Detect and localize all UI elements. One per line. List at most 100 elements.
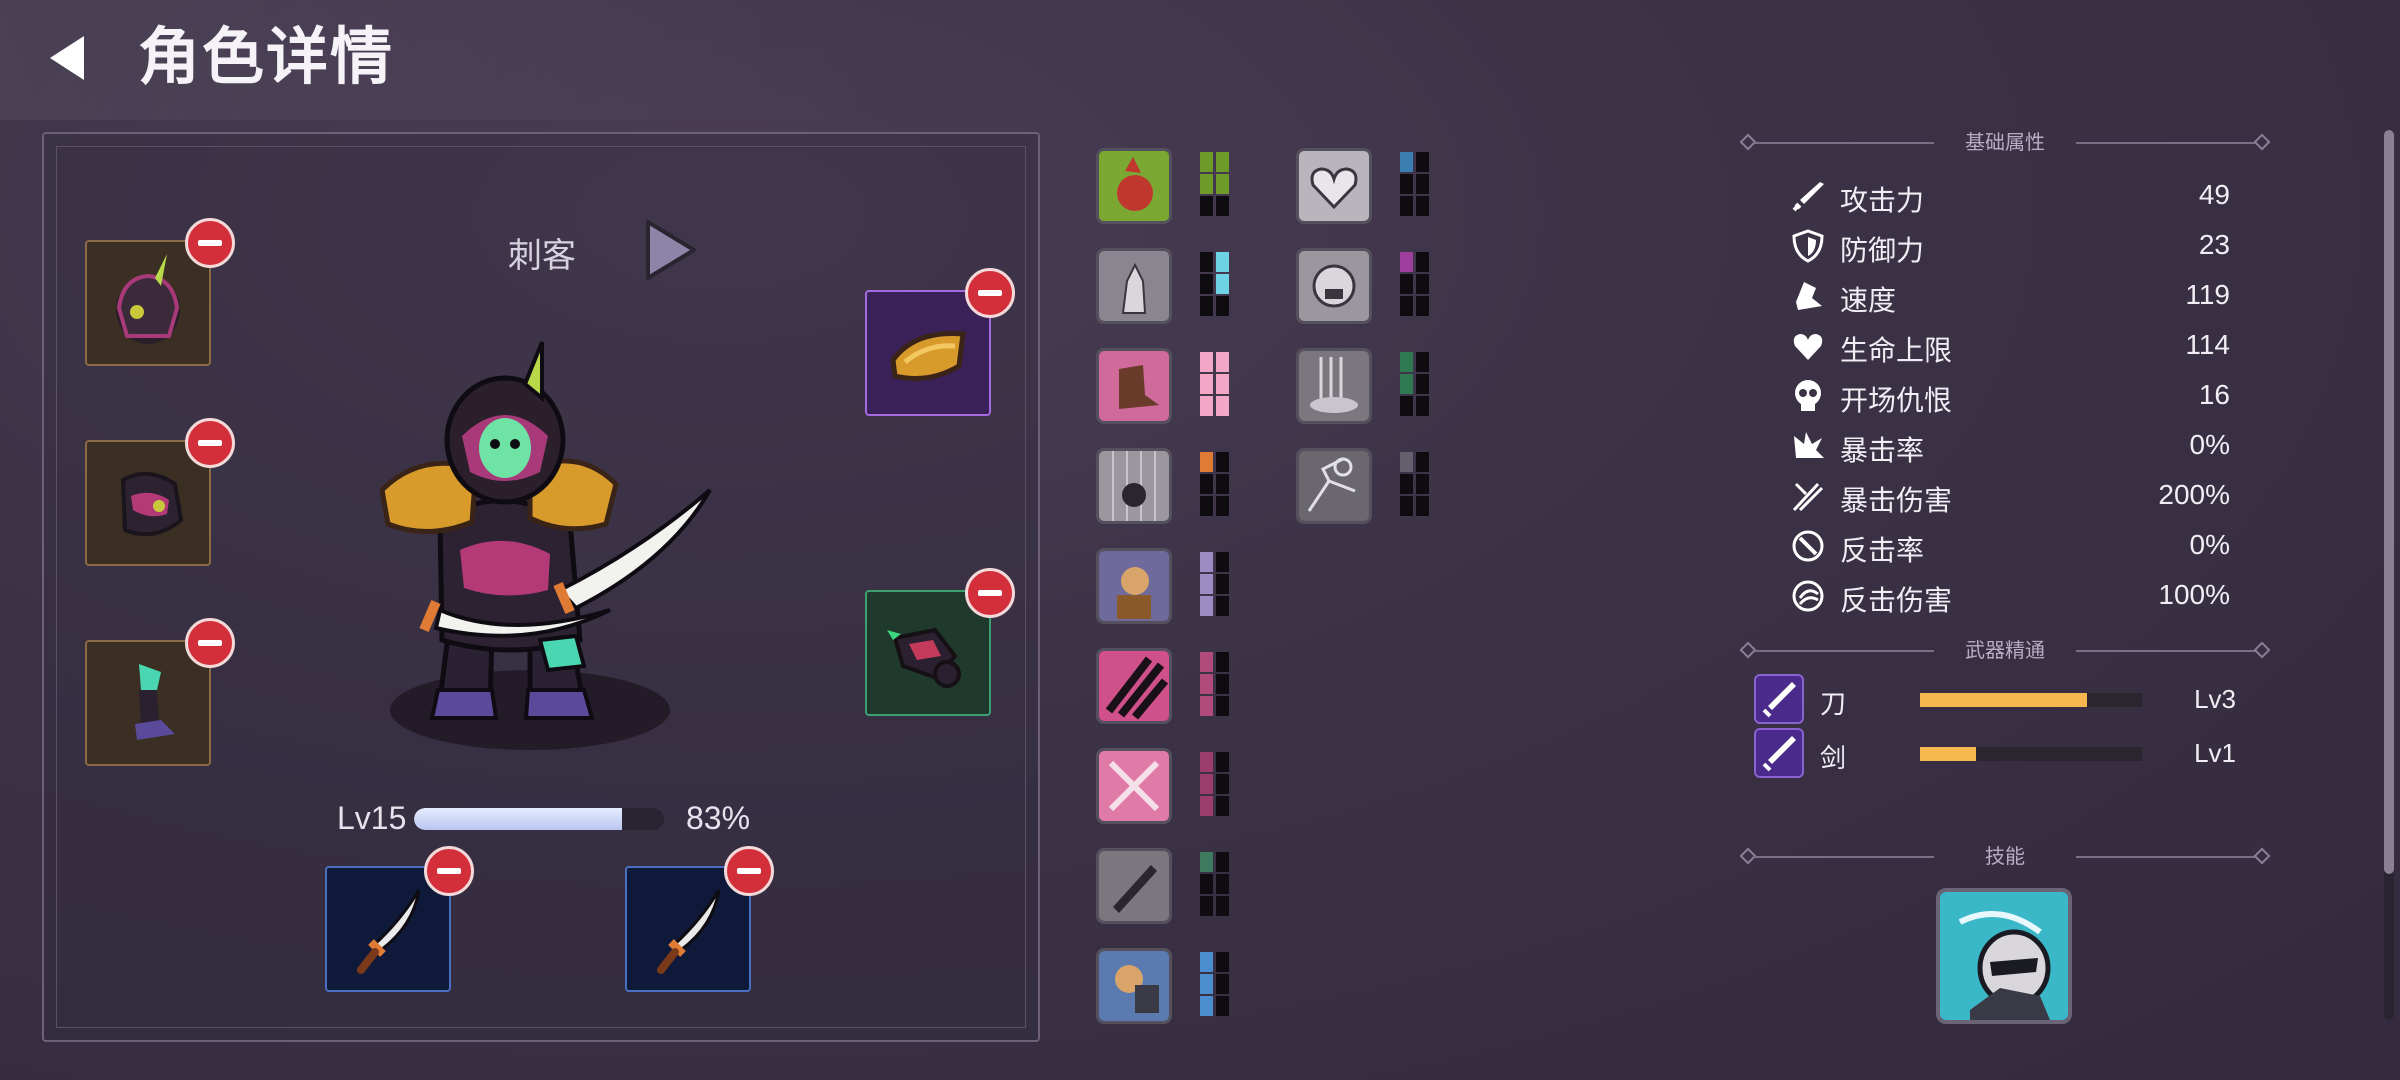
weapon-name: 刀: [1820, 689, 1847, 719]
level-label: Lv15: [337, 800, 407, 836]
relic-claw-slash[interactable]: [1096, 648, 1172, 724]
back-button[interactable]: [40, 28, 100, 88]
relic-crossed-blades-pips: [1200, 752, 1232, 818]
brute-fist-icon: [1099, 951, 1169, 1021]
stat-name: 暴击率: [1840, 435, 1925, 466]
skill-slot-1[interactable]: [1936, 888, 2072, 1024]
weapon-level: Lv3: [2194, 684, 2236, 714]
weapon-mastery-row-blade[interactable]: 刀 Lv3: [1754, 674, 2254, 730]
stat-row-crit-damage: 暴击伤害 200%: [1790, 473, 2230, 519]
stat-value: 114: [2185, 329, 2230, 360]
relic-warrior-portrait-pips: [1200, 552, 1232, 618]
relic-boot-stomp-pips: [1200, 352, 1232, 418]
boot-stomp-icon: [1099, 351, 1169, 421]
relic-rage-fist[interactable]: [1096, 148, 1172, 224]
remove-weapon-1-button[interactable]: [424, 846, 474, 896]
class-name: 刺客: [508, 237, 576, 275]
relic-heart-plus-pips: [1400, 152, 1432, 218]
relic-statue[interactable]: [1096, 248, 1172, 324]
stat-value: 119: [2185, 279, 2230, 310]
assassin-skill-icon: [1940, 892, 2068, 1020]
remove-helmet-button[interactable]: [185, 218, 235, 268]
stat-value: 49: [2198, 179, 2230, 210]
chest-armor-icon: [120, 472, 184, 537]
weapon-level: Lv1: [2194, 738, 2236, 768]
stat-name: 速度: [1840, 285, 1897, 316]
statue-icon: [1099, 251, 1169, 321]
weapon-mastery-bar: [1920, 693, 2142, 707]
dagger-icon: [357, 889, 421, 974]
next-class-button[interactable]: [640, 216, 700, 284]
remove-gauntlet-button[interactable]: [965, 568, 1015, 618]
relic-brute-fist[interactable]: [1096, 948, 1172, 1024]
stat-name: 攻击力: [1840, 185, 1925, 216]
relic-boot-stomp[interactable]: [1096, 348, 1172, 424]
play-arrow-icon: [646, 220, 696, 280]
stat-value: 16: [2198, 379, 2230, 410]
stat-name: 反击率: [1840, 535, 1925, 566]
relic-warrior-portrait[interactable]: [1096, 548, 1172, 624]
shield-icon: [1792, 229, 1824, 263]
stat-name: 生命上限: [1840, 335, 1953, 366]
warrior-portrait-icon: [1099, 551, 1169, 621]
stat-value: 0%: [2189, 429, 2230, 460]
back-arrow-icon: [50, 36, 84, 80]
relic-rain-knight[interactable]: [1096, 448, 1172, 524]
header-band: [0, 0, 900, 120]
heart-icon: [1793, 334, 1823, 360]
section-header-weapon-mastery: 武器精通: [1739, 636, 2271, 666]
relic-rain-knight-pips: [1200, 452, 1232, 518]
stat-name: 防御力: [1840, 235, 1925, 266]
divider-line: [2076, 650, 2256, 652]
remove-shoulder-button[interactable]: [965, 268, 1015, 318]
relic-rage-fist-pips: [1200, 152, 1232, 218]
relic-crossed-blades[interactable]: [1096, 748, 1172, 824]
stat-row-crit-rate: 暴击率 0%: [1790, 423, 2230, 469]
stat-row-speed: 速度 119: [1790, 273, 2230, 319]
shoulder-armor-icon: [890, 331, 966, 381]
shattered-icon: [1299, 451, 1369, 521]
sword-icon: [1792, 182, 1824, 212]
section-header-base-stats: 基础属性: [1739, 128, 2271, 158]
blade-mastery-icon: [1754, 674, 1804, 724]
crossed-blades-icon: [1099, 751, 1169, 821]
xp-bar-fill: [414, 808, 622, 830]
dark-blade-icon: [1099, 851, 1169, 921]
weapon-mastery-bar-fill: [1920, 693, 2087, 707]
claw-slash-icon: [1099, 651, 1169, 721]
weapon-mastery-bar-fill: [1920, 747, 1976, 761]
divider-line: [2076, 856, 2256, 858]
rage-fist-icon: [1099, 151, 1169, 221]
relic-roaring-face[interactable]: [1296, 248, 1372, 324]
weapon-mastery-bar: [1920, 747, 2142, 761]
counter-icon: [1792, 530, 1824, 562]
dagger-icon: [657, 889, 721, 974]
remove-boots-button[interactable]: [185, 618, 235, 668]
weapon-mastery-row-sword[interactable]: 剑 Lv1: [1754, 728, 2254, 784]
heart-plus-icon: [1299, 151, 1369, 221]
stat-value: 23: [2198, 229, 2230, 260]
waterfall-icon: [1299, 351, 1369, 421]
boots-icon: [135, 664, 175, 740]
stat-name: 反击伤害: [1840, 585, 1953, 616]
page-title: 角色详情: [138, 23, 395, 92]
relic-brute-fist-pips: [1200, 952, 1232, 1018]
scrollbar[interactable]: [2384, 130, 2394, 1020]
sword-mastery-icon: [1754, 728, 1804, 778]
remove-chest-button[interactable]: [185, 418, 235, 468]
relic-waterfall[interactable]: [1296, 348, 1372, 424]
relic-heart-plus[interactable]: [1296, 148, 1372, 224]
relic-roaring-face-pips: [1400, 252, 1432, 318]
relic-shattered-pips: [1400, 452, 1432, 518]
scrollbar-thumb[interactable]: [2384, 130, 2394, 874]
crit-damage-icon: [1792, 482, 1824, 512]
skull-icon: [1795, 380, 1821, 411]
stat-value: 100%: [2158, 579, 2230, 610]
assassin-character-portrait: [380, 341, 712, 750]
remove-weapon-2-button[interactable]: [724, 846, 774, 896]
stat-row-attack: 攻击力 49: [1790, 173, 2230, 219]
relic-shattered[interactable]: [1296, 448, 1372, 524]
xp-bar: [414, 808, 664, 830]
relic-dark-blade[interactable]: [1096, 848, 1172, 924]
stat-value: 200%: [2158, 479, 2230, 510]
